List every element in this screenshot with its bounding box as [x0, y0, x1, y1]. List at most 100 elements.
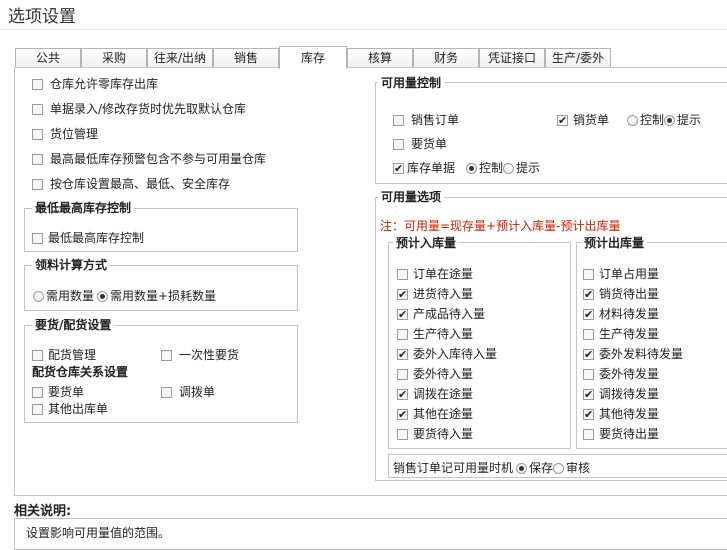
expected-in-item[interactable]: 订单在途量: [397, 266, 473, 282]
expected-out-item[interactable]: 材料待发量: [583, 306, 660, 323]
expected-out-item[interactable]: 委外待发量: [583, 366, 659, 382]
option-other-out-doc[interactable]: 其他出库单: [32, 401, 108, 417]
radio-prompt[interactable]: [503, 163, 515, 174]
expected-in-item[interactable]: 进货待入量: [397, 286, 474, 303]
checkbox[interactable]: [583, 287, 594, 303]
checkbox[interactable]: [583, 407, 594, 423]
tab-sales[interactable]: 销售: [213, 48, 279, 67]
radio-control[interactable]: [627, 115, 638, 126]
checkbox[interactable]: [397, 269, 408, 280]
checkbox[interactable]: [32, 387, 43, 398]
tab-production[interactable]: 生产/委外: [545, 48, 611, 67]
option-stock-control[interactable]: 最低最高库存控制: [32, 230, 144, 246]
checkbox[interactable]: [583, 269, 594, 280]
option-label: 产成品待入量: [413, 307, 486, 321]
checkbox[interactable]: [583, 347, 594, 363]
expected-in-item[interactable]: 其他在途量: [397, 406, 473, 423]
tab-costing[interactable]: 核算: [347, 48, 413, 67]
expected-out-item[interactable]: 委外发料待发量: [583, 346, 684, 363]
option-sales-order[interactable]: 销售订单: [393, 112, 459, 128]
radio-review[interactable]: [553, 463, 565, 474]
expected-in-item[interactable]: 委外入库待入量: [397, 346, 498, 363]
checkbox[interactable]: [32, 350, 43, 361]
checkbox[interactable]: [397, 387, 408, 403]
checkbox[interactable]: [397, 329, 408, 340]
checkbox[interactable]: [32, 104, 43, 115]
checkbox[interactable]: [583, 429, 594, 440]
checkbox[interactable]: [393, 139, 404, 150]
checkbox[interactable]: [32, 154, 43, 165]
title-divider: [0, 29, 727, 30]
checkbox[interactable]: [397, 287, 408, 303]
option-inventory-doc[interactable]: 库存单据: [393, 160, 455, 177]
checkbox[interactable]: [583, 329, 594, 340]
radio-save[interactable]: [516, 463, 528, 474]
option-label: 委外发料待发量: [599, 347, 684, 361]
timing-label: 销售订单记可用量时机: [393, 461, 514, 475]
checkbox[interactable]: [557, 113, 568, 129]
checkbox[interactable]: [397, 347, 408, 363]
option-zero-stock-out[interactable]: 仓库允许零库存出库: [32, 76, 158, 92]
checkbox[interactable]: [583, 387, 594, 403]
option-sales-delivery[interactable]: 销货单: [557, 112, 610, 129]
option-request-doc[interactable]: 要货单: [32, 384, 84, 400]
radio-label: 审核: [566, 461, 591, 475]
option-transfer-doc[interactable]: 调拨单: [161, 384, 215, 400]
radio-required-plus-loss[interactable]: [97, 291, 109, 302]
checkbox[interactable]: [161, 350, 172, 361]
expected-out-item[interactable]: 生产待发量: [583, 326, 659, 342]
expected-in-item[interactable]: 产成品待入量: [397, 306, 486, 323]
expected-in-item[interactable]: 生产待入量: [397, 326, 473, 342]
availability-control-title: 可用量控制: [378, 76, 445, 90]
tab-finance[interactable]: 财务: [413, 48, 479, 67]
expected-out-item[interactable]: 调拨待发量: [583, 386, 659, 403]
checkbox[interactable]: [583, 307, 594, 323]
option-label: 最低最高库存控制: [48, 231, 145, 245]
option-label: 生产待发量: [599, 327, 660, 341]
radio-prompt[interactable]: [664, 115, 676, 126]
option-one-time-request[interactable]: 一次性要货: [161, 347, 239, 363]
checkbox[interactable]: [32, 179, 43, 190]
option-warehouse-limits[interactable]: 按仓库设置最高、最低、安全库存: [32, 176, 230, 192]
sales-order-timing: 销售订单记可用量时机 保存 审核: [393, 460, 590, 476]
expected-in-item[interactable]: 调拨在途量: [397, 386, 473, 403]
checkbox[interactable]: [32, 404, 43, 415]
tab-ar-ap[interactable]: 往来/出纳: [147, 48, 213, 67]
supply-title: 要货/配货设置: [32, 318, 115, 332]
expected-in-item[interactable]: 要货待入量: [397, 426, 473, 442]
checkbox[interactable]: [397, 307, 408, 323]
checkbox[interactable]: [32, 129, 43, 140]
option-label: 委外入库待入量: [413, 347, 498, 361]
tab-inventory[interactable]: 库存: [279, 46, 347, 69]
radio-control[interactable]: [466, 163, 477, 174]
option-location-management[interactable]: 货位管理: [32, 126, 98, 142]
checkbox[interactable]: [397, 429, 408, 440]
option-label: 销货单: [573, 113, 610, 127]
checkbox[interactable]: [397, 369, 408, 380]
expected-out-title: 预计出库量: [581, 236, 648, 250]
option-distribution[interactable]: 配货管理: [32, 347, 96, 363]
option-label: 委外待发量: [599, 367, 660, 381]
checkbox[interactable]: [397, 407, 408, 423]
option-request-order[interactable]: 要货单: [393, 136, 447, 152]
checkbox[interactable]: [161, 387, 172, 398]
expected-out-item[interactable]: 订单占用量: [583, 266, 659, 282]
checkbox[interactable]: [32, 79, 43, 90]
option-label: 材料待发量: [599, 307, 660, 321]
tab-voucher-interface[interactable]: 凭证接口: [479, 48, 545, 67]
checkbox[interactable]: [393, 161, 404, 177]
option-default-warehouse[interactable]: 单据录入/修改存货时优先取默认仓库: [32, 101, 246, 117]
checkbox[interactable]: [32, 233, 43, 244]
option-label: 生产待入量: [413, 327, 474, 341]
expected-in-item[interactable]: 委外待入量: [397, 366, 473, 382]
tab-common[interactable]: 公共: [15, 48, 81, 67]
expected-out-item[interactable]: 其他待发量: [583, 406, 659, 423]
checkbox[interactable]: [393, 115, 404, 126]
expected-out-item[interactable]: 销货待出量: [583, 286, 659, 303]
option-stock-warning[interactable]: 最高最低库存预警包含不参与可用量仓库: [32, 151, 266, 167]
radio-required-qty[interactable]: [33, 291, 44, 302]
expected-out-item[interactable]: 要货待出量: [583, 426, 659, 442]
checkbox[interactable]: [583, 369, 594, 380]
tab-purchase[interactable]: 采购: [81, 48, 147, 67]
option-label: 进货待入量: [413, 287, 474, 301]
